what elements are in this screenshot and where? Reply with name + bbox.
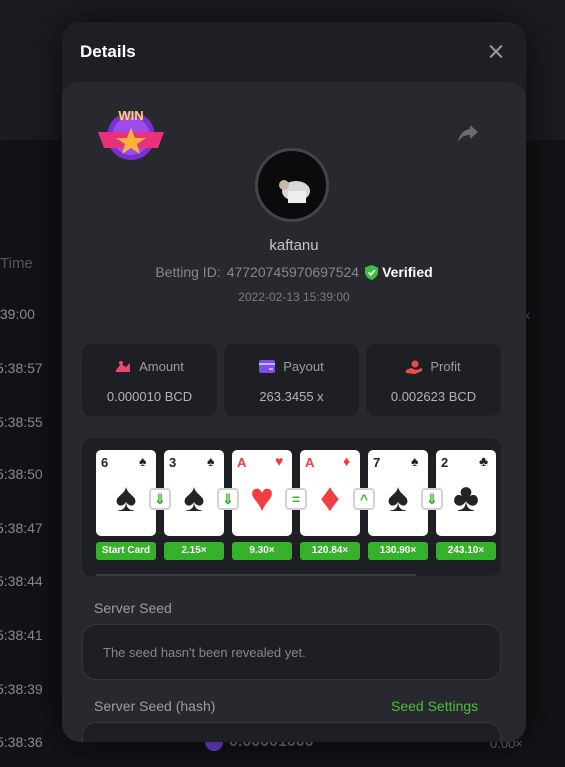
modal-title: Details	[80, 42, 136, 61]
win-badge: WIN	[98, 108, 164, 160]
playing-card: 3 ♠ ♠	[164, 450, 224, 536]
server-seed-hash-label: Server Seed (hash)	[94, 698, 216, 714]
card-item: A ♥ ♥ 9.30×	[232, 450, 292, 560]
payout-stat-label: Payout	[224, 359, 359, 374]
bet-time: 5:38:50	[0, 466, 43, 482]
amount-stat-label: Amount	[82, 359, 217, 374]
server-seed-hash-field[interactable]	[82, 722, 501, 742]
share-icon[interactable]	[457, 122, 479, 144]
card-rank: 6	[101, 455, 109, 470]
verified-badge: Verified	[365, 264, 433, 280]
heart-icon: ♥	[250, 476, 274, 520]
profit-label: Profit	[430, 359, 461, 374]
username: kaftanu	[269, 237, 319, 254]
wallet-icon	[259, 360, 276, 373]
multiplier-label: Start Card	[96, 542, 156, 560]
bet-time: 5:38:47	[0, 520, 43, 536]
multiplier-label: 120.84×	[300, 542, 360, 560]
bet-time: 5:38:44	[0, 573, 43, 589]
bet-time: 5:38:36	[0, 734, 43, 750]
spade-icon: ♠	[115, 476, 137, 520]
spade-icon: ♠	[139, 453, 147, 469]
club-icon: ♣	[452, 476, 480, 520]
bet-date: 2022-02-13 15:39:00	[238, 290, 350, 304]
seed-settings-link[interactable]: Seed Settings	[391, 698, 478, 714]
hand-coin-icon	[406, 360, 423, 374]
bet-time: 5:38:41	[0, 627, 43, 643]
avatar	[255, 148, 329, 222]
card-rank: 3	[169, 455, 177, 470]
playing-card: A ♦ ♦	[300, 450, 360, 536]
close-icon[interactable]	[486, 42, 506, 62]
payout-stat: Payout 263.3455 x	[224, 344, 359, 416]
card-item: 6 ♠ ♠ Start Card	[96, 450, 156, 560]
bet-time: 5:38:57	[0, 360, 43, 376]
card-history[interactable]: 6 ♠ ♠ Start Card 3 ♠ ♠ 2.15× A ♥ ♥ 9.30×…	[82, 438, 501, 576]
amount-value: 0.000010 BCD	[106, 389, 193, 404]
multiplier-label: 130.90×	[368, 542, 428, 560]
time-column-header: Time	[0, 255, 33, 272]
club-icon: ♣	[479, 453, 489, 469]
amount-icon	[116, 360, 131, 372]
playing-card: A ♥ ♥	[232, 450, 292, 536]
betting-id-label: Betting ID:	[155, 264, 221, 280]
betting-id-value: 47720745970697524	[226, 264, 360, 280]
profit-stat: Profit 0.002623 BCD	[366, 344, 501, 416]
card-rank: 2	[441, 455, 449, 470]
amount-label: Amount	[139, 359, 184, 374]
spade-icon: ♠	[183, 476, 205, 520]
spade-icon: ♠	[387, 476, 409, 520]
higher-guess-icon: ^	[353, 488, 375, 510]
bet-details-panel: WIN kaftanu Betting ID: 4772074597069752…	[62, 82, 526, 742]
payout-label: Payout	[283, 359, 324, 374]
playing-card: 7 ♠ ♠	[368, 450, 428, 536]
bet-time: 5:38:39	[0, 681, 43, 697]
lower-guess-icon: ⇓	[217, 488, 239, 510]
shield-check-icon	[365, 264, 379, 280]
payout-value: 263.3455 x	[259, 389, 324, 404]
heart-icon: ♥	[275, 453, 284, 469]
server-seed-label: Server Seed	[94, 600, 172, 616]
spade-icon: ♠	[411, 453, 419, 469]
multiplier-label: 9.30×	[232, 542, 292, 560]
card-rank: A	[237, 455, 247, 470]
card-item: 3 ♠ ♠ 2.15×	[164, 450, 224, 560]
card-item: 7 ♠ ♠ 130.90×	[368, 450, 428, 560]
card-rank: 7	[373, 455, 381, 470]
bet-time: 5:38:55	[0, 414, 43, 430]
profit-value: 0.002623 BCD	[390, 389, 477, 404]
playing-card: 2 ♣ ♣	[436, 450, 496, 536]
spade-icon: ♠	[207, 453, 215, 469]
amount-stat: Amount 0.000010 BCD	[82, 344, 217, 416]
lower-guess-icon: ⇓	[421, 488, 443, 510]
verified-label: Verified	[382, 264, 433, 280]
diamond-icon: ♦	[343, 453, 351, 469]
card-item: A ♦ ♦ 120.84×	[300, 450, 360, 560]
playing-card: 6 ♠ ♠	[96, 450, 156, 536]
equal-guess-icon: =	[285, 488, 307, 510]
server-seed-placeholder: The seed hasn't been revealed yet.	[103, 645, 306, 660]
multiplier-label: 2.15×	[164, 542, 224, 560]
profit-stat-label: Profit	[366, 359, 501, 374]
bet-time: :39:00	[0, 306, 35, 322]
win-badge-text: WIN	[118, 108, 143, 123]
server-seed-field: The seed hasn't been revealed yet.	[82, 624, 501, 680]
betting-id-row: Betting ID: 47720745970697524 Verified	[62, 264, 526, 280]
lower-guess-icon: ⇓	[149, 488, 171, 510]
details-modal: Details WIN kaftanu Betting ID: 47720745…	[62, 22, 526, 742]
card-item: 2 ♣ ♣ 243.10×	[436, 450, 496, 560]
multiplier-label: 243.10×	[436, 542, 496, 560]
diamond-icon: ♦	[319, 476, 341, 520]
card-rank: A	[305, 455, 315, 470]
horizontal-scrollbar[interactable]	[96, 574, 416, 576]
